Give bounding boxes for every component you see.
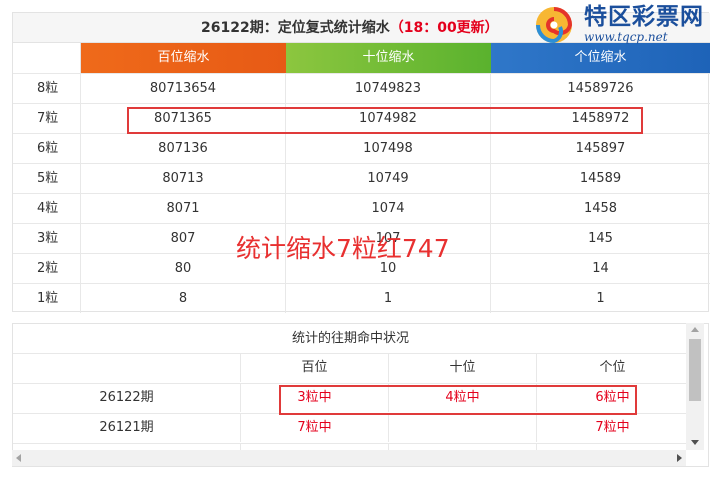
row-label: 2粒 [13,254,81,283]
units-cell: 145 [588,231,613,246]
scroll-down-icon[interactable] [691,440,699,445]
units-cell: 1458 [583,201,618,216]
table-row: 6粒 807136 107498 145897 [13,133,710,163]
logo-swirl-icon [536,7,573,44]
table-row: 8粒 80713654 10749823 14589726 [13,73,710,103]
scroll-thumb[interactable] [689,339,701,401]
logo-url-text: www.tqcp.net [584,30,668,44]
hit-table-title: 统计的往期命中状况 [13,324,688,354]
tens-cell: 1074 [286,194,491,223]
units-cell: 14589726 [567,81,634,96]
hundreds-cell: 80713654 [81,74,286,103]
site-logo[interactable]: 特区彩票网 www.tqcp.net [530,3,715,47]
units-cell: 14589 [579,171,622,186]
highlight-box-hit-row [279,385,637,415]
header-units: 个位缩水 [491,43,710,73]
row-label: 5粒 [13,164,81,193]
tens-hit [389,414,537,442]
units-cell: 145897 [575,141,626,156]
table-row: 4粒 8071 1074 1458 [13,193,710,223]
units-cell: 14 [592,261,609,276]
table-row: 5粒 80713 10749 14589 [13,163,710,193]
row-label: 3粒 [13,224,81,253]
hundreds-hit: 7粒中 [241,414,389,442]
hundreds-header: 百位 [241,354,389,382]
tens-cell: 1 [286,284,491,313]
scroll-right-icon[interactable] [677,454,682,462]
period-cell: 26121期 [13,414,241,442]
units-header: 个位 [599,360,626,375]
scroll-up-icon[interactable] [691,327,699,332]
row-label: 1粒 [13,284,81,313]
header-blank [13,43,81,73]
logo-brand-text: 特区彩票网 [584,4,704,30]
table-title: 26122期：定位复式统计缩水（18：00更新） [201,20,499,36]
table-row: 26121期 7粒中 7粒中 [13,414,688,444]
annotation-note: 统计缩水7粒红747 [236,234,450,263]
units-cell: 1 [596,291,605,306]
header-hundreds: 百位缩水 [81,43,286,73]
row-label: 4粒 [13,194,81,223]
units-hit: 7粒中 [595,420,630,435]
update-time: （18：00更新） [389,20,499,36]
tens-cell: 10749823 [286,74,491,103]
tens-header: 十位 [389,354,537,382]
header-tens: 十位缩水 [286,43,491,73]
row-label: 7粒 [13,104,81,133]
hundreds-cell: 807136 [81,134,286,163]
hundreds-cell: 80713 [81,164,286,193]
row-label: 6粒 [13,134,81,163]
period-cell: 26122期 [13,384,241,412]
scroll-left-icon[interactable] [16,454,21,462]
highlight-box-7-row [127,107,643,134]
tens-cell: 107498 [286,134,491,163]
table-row: 1粒 8 1 1 [13,283,710,313]
row-label: 8粒 [13,74,81,103]
hit-header-row: 百位 十位 个位 [13,354,688,384]
hundreds-cell: 8071 [81,194,286,223]
hundreds-cell: 8 [81,284,286,313]
horizontal-scrollbar[interactable] [12,450,686,466]
vertical-scrollbar[interactable] [686,323,704,450]
period-header [13,354,241,382]
shrink-stats-table: 26122期：定位复式统计缩水（18：00更新） 百位缩水 十位缩水 个位缩水 … [12,12,710,313]
tens-cell: 10749 [286,164,491,193]
